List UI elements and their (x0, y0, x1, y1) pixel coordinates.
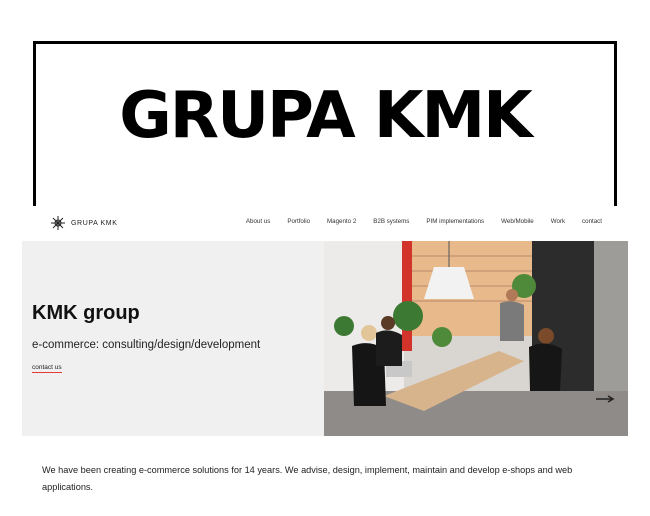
hero-text-panel: KMK group e-commerce: consulting/design/… (22, 241, 324, 436)
site-logo[interactable]: GRUPA KMK (50, 215, 118, 231)
nav-item-about-us[interactable]: About us (246, 218, 270, 225)
contact-us-link[interactable]: contact us (32, 364, 62, 373)
title-banner: GRUPA KMK (33, 41, 617, 207)
banner-title: GRUPA KMK (119, 79, 533, 153)
nav-item-web-mobile[interactable]: Web/Mobile (501, 218, 534, 225)
hero-subheading: e-commerce: consulting/design/developmen… (32, 339, 261, 351)
top-navbar: GRUPA KMK About us Portfolio Magento 2 B… (22, 206, 628, 240)
nav-item-portfolio[interactable]: Portfolio (287, 218, 310, 225)
nav-item-work[interactable]: Work (551, 218, 565, 225)
logo-text: GRUPA KMK (71, 219, 118, 227)
nav-item-b2b[interactable]: B2B systems (373, 218, 409, 225)
hero-heading: KMK group (32, 302, 140, 324)
intro-paragraph: We have been creating e-commerce solutio… (42, 465, 573, 492)
nav-item-magento[interactable]: Magento 2 (327, 218, 356, 225)
logo-icon (51, 216, 65, 230)
nav-item-contact[interactable]: contact (582, 218, 602, 225)
nav-item-pim[interactable]: PIM implementations (426, 218, 484, 225)
nav-menu: About us Portfolio Magento 2 B2B systems… (229, 218, 602, 225)
office-meeting-image (324, 241, 628, 436)
hero-office-photo (324, 241, 628, 436)
